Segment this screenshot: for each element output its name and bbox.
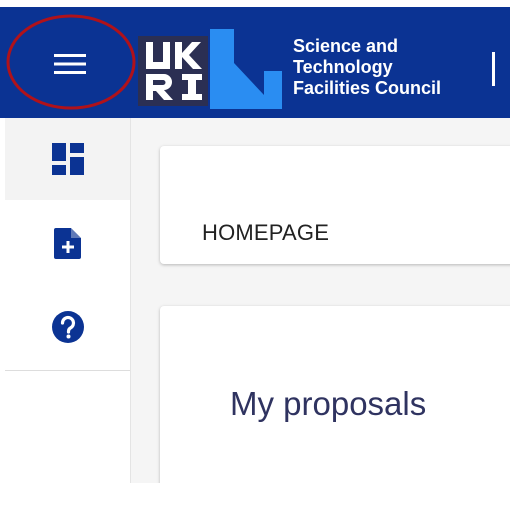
- sidebar-divider: [5, 370, 130, 371]
- help-icon: [51, 311, 84, 343]
- dashboard-icon: [51, 143, 84, 175]
- hamburger-menu-icon: [54, 54, 86, 74]
- proposals-title: My proposals: [230, 385, 427, 422]
- page: Science and Technology Facilities Counci…: [0, 0, 510, 507]
- breadcrumb-card: HOMEPAGE: [160, 146, 510, 264]
- header-divider: [492, 52, 495, 86]
- ukri-logo: [138, 29, 282, 109]
- sidebar-item-help[interactable]: [5, 286, 130, 368]
- organization-name-line-2: Technology: [293, 57, 393, 77]
- sidebar-item-dashboard[interactable]: [5, 118, 130, 200]
- organization-name-line-3: Facilities Council: [293, 78, 442, 98]
- proposals-card: My proposals: [160, 306, 510, 483]
- menu-button[interactable]: [30, 39, 110, 89]
- add-document-icon: [53, 228, 81, 259]
- organization-name-line-1: Science and: [293, 36, 399, 56]
- sidebar-nav: [5, 118, 131, 483]
- breadcrumb: HOMEPAGE: [202, 220, 330, 245]
- sidebar-item-new-proposal[interactable]: [5, 202, 130, 284]
- app-header: Science and Technology Facilities Counci…: [0, 7, 510, 118]
- main-content: HOMEPAGE My proposals: [131, 118, 510, 483]
- organization-name: Science and Technology Facilities Counci…: [293, 36, 468, 99]
